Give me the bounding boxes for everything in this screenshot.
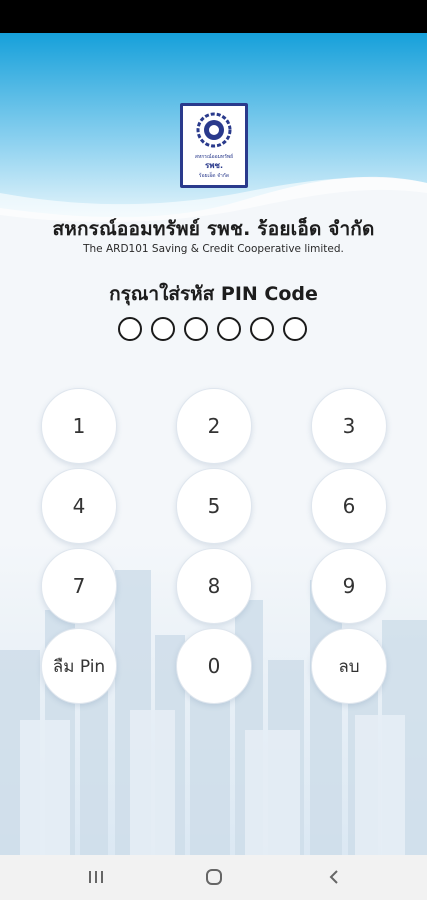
back-button[interactable]	[314, 863, 354, 891]
svg-text:ร้อยเอ็ด จำกัด: ร้อยเอ็ด จำกัด	[199, 171, 230, 179]
pin-dot-6	[283, 317, 307, 341]
org-name-english: The ARD101 Saving & Credit Cooperative l…	[83, 243, 344, 255]
status-bar	[0, 0, 427, 33]
org-name-thai: สหกรณ์ออมทรัพย์ รพช. ร้อยเอ็ด จำกัด	[52, 218, 375, 240]
cooperative-logo: สหกรณ์ออมทรัพย์ รพช. ร้อยเอ็ด จำกัด	[180, 103, 248, 188]
back-icon	[329, 870, 338, 884]
pin-dot-3	[184, 317, 208, 341]
svg-text:รพช.: รพช.	[205, 161, 223, 170]
keypad-9-button[interactable]: 9	[311, 548, 387, 624]
pin-dot-1	[118, 317, 142, 341]
navigation-bar	[0, 855, 427, 900]
pin-indicator	[118, 317, 310, 343]
pin-dot-2	[151, 317, 175, 341]
home-button[interactable]	[194, 863, 234, 891]
keypad-5-button[interactable]: 5	[176, 468, 252, 544]
pin-prompt: กรุณาใส่รหัส PIN Code	[109, 283, 318, 305]
recents-icon	[89, 871, 103, 883]
recents-button[interactable]	[76, 863, 116, 891]
keypad-3-button[interactable]: 3	[311, 388, 387, 464]
keypad-7-button[interactable]: 7	[41, 548, 117, 624]
delete-button[interactable]: ลบ	[311, 628, 387, 704]
svg-text:สหกรณ์ออมทรัพย์: สหกรณ์ออมทรัพย์	[195, 153, 233, 160]
keypad-6-button[interactable]: 6	[311, 468, 387, 544]
keypad-4-button[interactable]: 4	[41, 468, 117, 544]
forgot-pin-button[interactable]: ลืม Pin	[41, 628, 117, 704]
keypad-0-button[interactable]: 0	[176, 628, 252, 704]
pin-dot-4	[217, 317, 241, 341]
keypad-2-button[interactable]: 2	[176, 388, 252, 464]
pin-dot-5	[250, 317, 274, 341]
home-icon	[206, 869, 222, 885]
keypad-1-button[interactable]: 1	[41, 388, 117, 464]
keypad-8-button[interactable]: 8	[176, 548, 252, 624]
